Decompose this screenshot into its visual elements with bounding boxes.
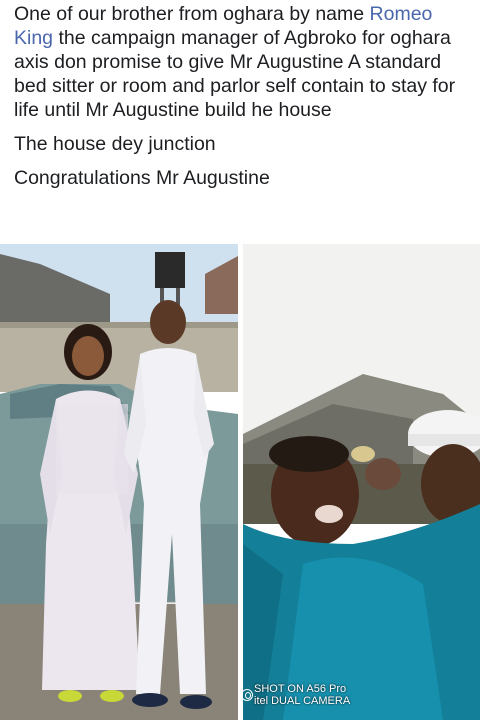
post-paragraph-2: The house dey junction (14, 133, 216, 155)
crowd-photo[interactable] (243, 244, 480, 720)
post-text-span: the campaign manager of Agbroko for ogha… (14, 27, 456, 121)
watermark-line-2: itel DUAL CAMERA (254, 695, 351, 707)
post-paragraph-1: One of our brother from oghara by name R… (14, 2, 472, 122)
camera-watermark: SHOT ON A56 Pro itel DUAL CAMERA (241, 683, 351, 707)
post-text: One of our brother from oghara by name R… (14, 2, 472, 200)
couple-photo-image (0, 244, 238, 720)
crowd-photo-image (243, 244, 480, 720)
camera-lens-icon (241, 689, 253, 701)
post-text-span: One of our brother from oghara by name (14, 3, 370, 25)
couple-photo[interactable] (0, 244, 238, 720)
post-paragraph-3: Congratulations Mr Augustine (14, 167, 270, 189)
watermark-line-1: SHOT ON A56 Pro (254, 683, 347, 695)
